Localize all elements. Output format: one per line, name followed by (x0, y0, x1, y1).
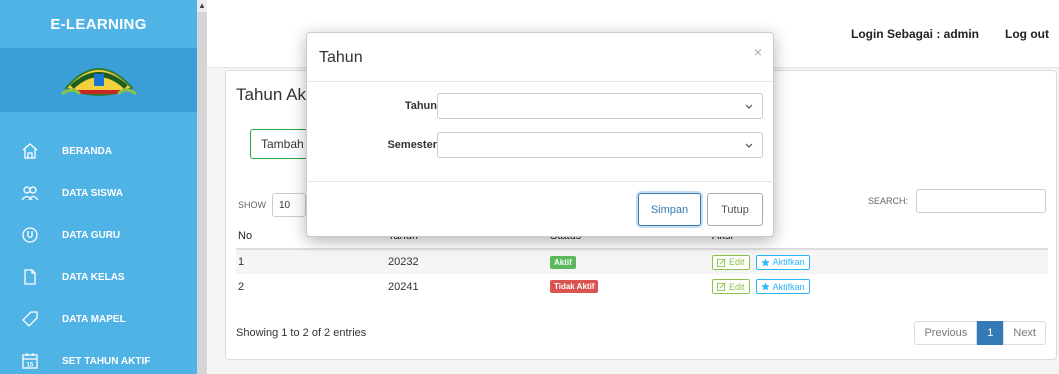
cell-aksi: Edit Aktifkan (710, 274, 1048, 299)
semester-select[interactable] (437, 132, 763, 158)
pagination-previous[interactable]: Previous (914, 321, 978, 345)
close-icon[interactable]: × (754, 44, 762, 60)
modal-footer: Simpan Tutup (307, 181, 775, 238)
edit-label: Edit (729, 257, 745, 267)
home-icon (20, 141, 40, 161)
cell-aksi: Edit Aktifkan (710, 249, 1048, 274)
table-row: 2 20241 Tidak Aktif Edit Aktifkan (236, 274, 1048, 299)
status-badge: Tidak Aktif (550, 280, 599, 293)
modal-title: Tahun (319, 49, 363, 66)
sidebar-item-label: DATA KELAS (62, 271, 125, 283)
star-icon (760, 257, 770, 266)
sidebar: E-LEARNING BERANDA DATA SISWA DATA GURU … (0, 0, 197, 374)
cell-status: Tidak Aktif (548, 274, 710, 299)
tag-icon (20, 309, 40, 329)
save-button[interactable]: Simpan (638, 193, 701, 226)
sidebar-item-set-tahun-aktif[interactable]: 15 SET TAHUN AKTIF (0, 340, 197, 374)
school-logo (60, 68, 137, 96)
sidebar-item-data-guru[interactable]: DATA GURU (0, 214, 197, 256)
logo-area (0, 48, 197, 112)
cell-no: 1 (236, 249, 386, 274)
status-badge: Aktif (550, 255, 576, 269)
brand-title: E-LEARNING (50, 15, 147, 33)
sidebar-item-data-siswa[interactable]: DATA SISWA (0, 172, 197, 214)
sidebar-item-label: DATA GURU (62, 229, 121, 241)
chevron-down-icon (745, 104, 753, 109)
page-length-value: 10 (279, 199, 291, 211)
page-length-select[interactable]: 10 (272, 193, 306, 217)
scroll-up-arrow-icon[interactable]: ▲ (197, 0, 207, 12)
tahun-modal: Tahun × Tahun Semester Simpan Tutup (306, 32, 775, 238)
pagination: Previous 1 Next (914, 321, 1046, 345)
sidebar-menu: BERANDA DATA SISWA DATA GURU DATA KELAS … (0, 130, 197, 374)
sidebar-item-beranda[interactable]: BERANDA (0, 130, 197, 172)
search-label: SEARCH: (867, 196, 908, 206)
edit-icon (717, 282, 726, 291)
tahun-label: Tahun (404, 100, 437, 112)
pagination-next[interactable]: Next (1003, 321, 1046, 345)
form-row-tahun: Tahun (307, 93, 775, 121)
cell-tahun: 20232 (386, 249, 548, 274)
sidebar-item-data-kelas[interactable]: DATA KELAS (0, 256, 197, 298)
file-icon (20, 267, 40, 287)
search-input[interactable] (916, 189, 1046, 213)
activate-label: Aktifkan (772, 281, 805, 292)
activate-button[interactable]: Aktifkan (755, 279, 810, 294)
teacher-icon (20, 225, 40, 245)
sidebar-item-label: DATA MAPEL (62, 313, 126, 325)
page-length-control: SHOW 10 (238, 193, 306, 217)
show-label: SHOW (238, 200, 266, 210)
svg-text:15: 15 (27, 363, 34, 369)
table-row: 1 20232 Aktif Edit Aktifkan (236, 249, 1048, 274)
edit-button[interactable]: Edit (712, 279, 750, 294)
login-status: Login Sebagai : admin (850, 27, 979, 41)
sidebar-item-label: DATA SISWA (62, 187, 123, 199)
search-control: SEARCH: (868, 189, 1046, 213)
edit-icon (717, 258, 726, 267)
chevron-down-icon (745, 143, 753, 148)
edit-label: Edit (729, 281, 745, 292)
form-row-semester: Semester (307, 132, 775, 160)
sidebar-item-data-mapel[interactable]: DATA MAPEL (0, 298, 197, 340)
sidebar-item-label: SET TAHUN AKTIF (62, 355, 151, 367)
edit-button[interactable]: Edit (712, 254, 750, 270)
cell-status: Aktif (548, 249, 710, 274)
tahun-select[interactable] (437, 93, 763, 119)
pagination-page-1[interactable]: 1 (977, 321, 1004, 345)
entries-info: Showing 1 to 2 of 2 entries (236, 327, 367, 339)
cell-no: 2 (238, 280, 245, 293)
semester-label: Semester (387, 139, 437, 151)
calendar-icon: 15 (20, 351, 40, 371)
modal-header: Tahun × (307, 33, 773, 82)
cell-tahun: 20241 (388, 280, 419, 293)
logout-link[interactable]: Log out (1005, 27, 1049, 41)
activate-label: Aktifkan (772, 257, 805, 267)
activate-button[interactable]: Aktifkan (755, 254, 810, 270)
close-button[interactable]: Tutup (707, 193, 763, 226)
sidebar-scrollbar[interactable]: ▲ (197, 0, 207, 374)
users-icon (20, 183, 40, 203)
star-icon (760, 282, 770, 291)
sidebar-item-label: BERANDA (62, 145, 112, 157)
